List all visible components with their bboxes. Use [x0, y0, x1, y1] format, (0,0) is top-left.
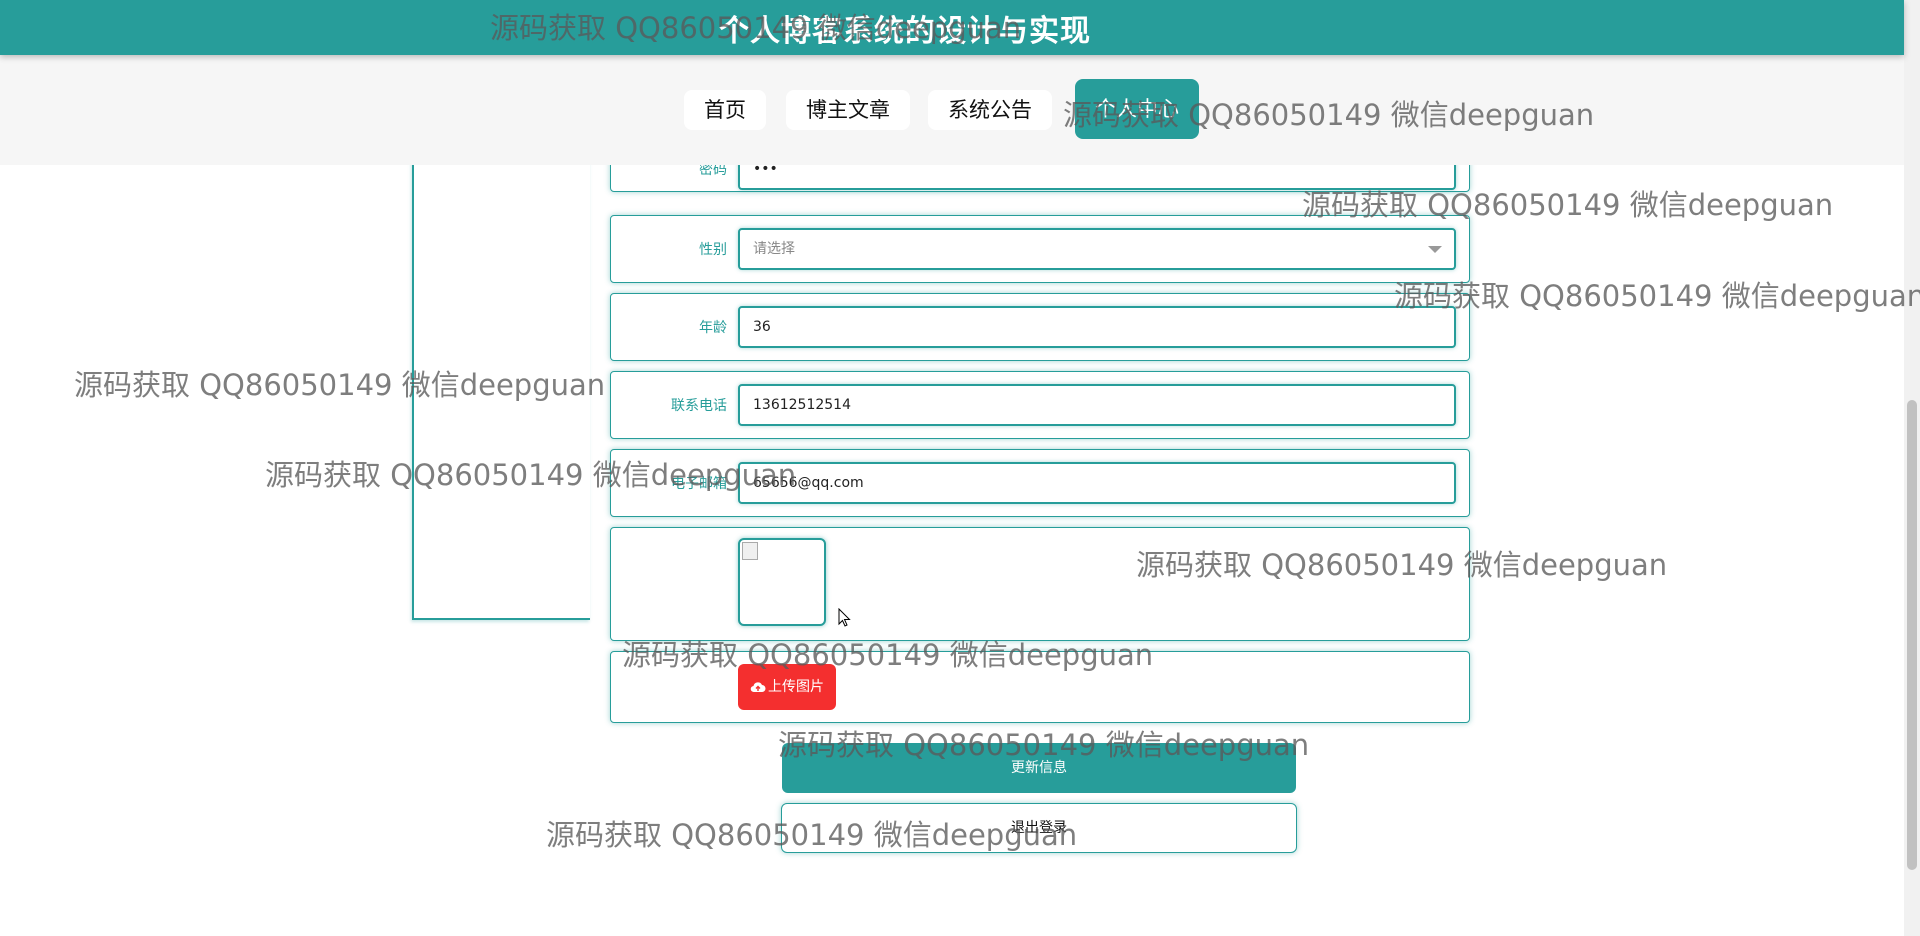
nav-personal-center[interactable]: 个人中心 — [1075, 79, 1199, 139]
upload-image-button[interactable]: 上传图片 — [738, 664, 836, 710]
age-label: 年龄 — [699, 320, 727, 336]
avatar-image — [738, 538, 826, 626]
phone-row: 联系电话 13612512514 — [610, 371, 1470, 439]
avatar-row — [610, 527, 1470, 641]
mouse-cursor-icon — [838, 608, 851, 627]
age-row: 年龄 36 — [610, 293, 1470, 361]
scrollbar-thumb[interactable] — [1907, 400, 1917, 870]
side-panel-frame — [412, 150, 590, 620]
watermark-text: 源码获取 QQ86050149 微信deepguan — [1394, 279, 1920, 313]
top-header: 个人博客系统的设计与实现 — [0, 0, 1904, 55]
upload-row: 上传图片 — [610, 651, 1470, 723]
phone-input[interactable]: 13612512514 — [738, 384, 1456, 426]
gender-label: 性别 — [699, 242, 727, 258]
logout-button[interactable]: 退出登录 — [781, 803, 1297, 853]
gender-row: 性别 请选择 — [610, 215, 1470, 283]
upload-image-label: 上传图片 — [768, 679, 824, 695]
nav-blogger-articles[interactable]: 博主文章 — [786, 90, 910, 130]
update-info-button[interactable]: 更新信息 — [782, 743, 1296, 793]
cloud-upload-icon — [750, 682, 766, 693]
nav-bar: 首页 博主文章 系统公告 个人中心 — [0, 55, 1904, 165]
email-row: 电子邮箱 65656@qq.com — [610, 449, 1470, 517]
age-input[interactable]: 36 — [738, 306, 1456, 348]
phone-label: 联系电话 — [671, 398, 727, 414]
gender-select[interactable]: 请选择 — [738, 228, 1456, 270]
broken-image-icon — [742, 542, 758, 560]
gender-select-placeholder: 请选择 — [753, 241, 795, 257]
email-label: 电子邮箱 — [671, 476, 727, 492]
email-input[interactable]: 65656@qq.com — [738, 462, 1456, 504]
chevron-down-icon — [1428, 246, 1442, 253]
site-title: 个人博客系统的设计与实现 — [719, 14, 1091, 49]
nav-announcements[interactable]: 系统公告 — [928, 90, 1052, 130]
nav-home[interactable]: 首页 — [684, 90, 766, 130]
vertical-scrollbar[interactable] — [1904, 0, 1920, 936]
